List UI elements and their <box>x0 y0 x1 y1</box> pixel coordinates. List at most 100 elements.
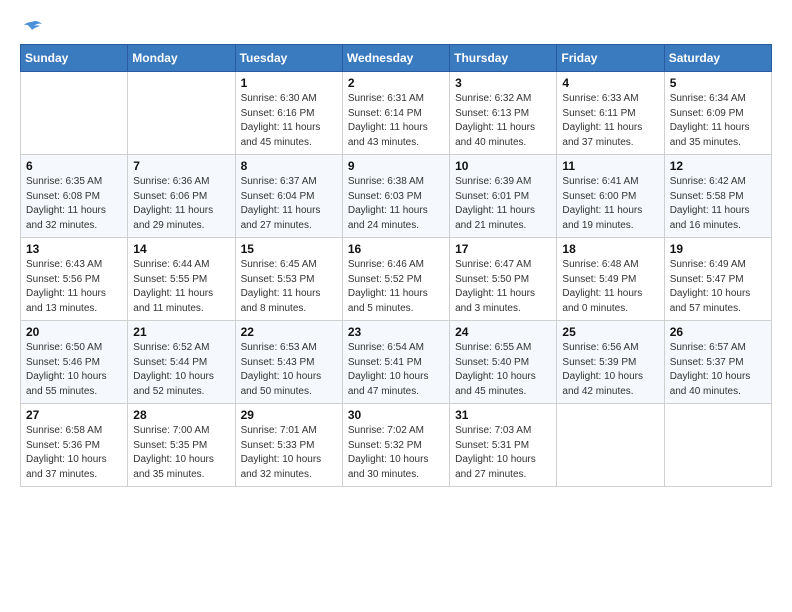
calendar-cell: 24 Sunrise: 6:55 AM Sunset: 5:40 PM Dayli… <box>450 321 557 404</box>
day-detail: Sunrise: 6:53 AM Sunset: 5:43 PM Dayligh… <box>241 341 337 399</box>
day-number: 17 <box>455 242 551 256</box>
day-detail: Sunrise: 6:35 AM Sunset: 6:08 PM Dayligh… <box>26 175 122 233</box>
calendar-cell: 9 Sunrise: 6:38 AM Sunset: 6:03 PM Daylig… <box>342 155 449 238</box>
calendar-week-row: 27 Sunrise: 6:58 AM Sunset: 5:36 PM Dayli… <box>21 404 772 487</box>
day-detail: Sunrise: 6:54 AM Sunset: 5:41 PM Dayligh… <box>348 341 444 399</box>
day-detail: Sunrise: 6:45 AM Sunset: 5:53 PM Dayligh… <box>241 258 337 316</box>
weekday-header-wednesday: Wednesday <box>342 45 449 72</box>
day-number: 24 <box>455 325 551 339</box>
logo-bird-icon <box>22 20 42 36</box>
day-detail: Sunrise: 6:42 AM Sunset: 5:58 PM Dayligh… <box>670 175 766 233</box>
day-number: 25 <box>562 325 658 339</box>
calendar-cell: 6 Sunrise: 6:35 AM Sunset: 6:08 PM Daylig… <box>21 155 128 238</box>
day-detail: Sunrise: 6:58 AM Sunset: 5:36 PM Dayligh… <box>26 424 122 482</box>
day-detail: Sunrise: 6:56 AM Sunset: 5:39 PM Dayligh… <box>562 341 658 399</box>
day-number: 9 <box>348 159 444 173</box>
day-number: 1 <box>241 76 337 90</box>
weekday-header-sunday: Sunday <box>21 45 128 72</box>
calendar-cell: 5 Sunrise: 6:34 AM Sunset: 6:09 PM Daylig… <box>664 72 771 155</box>
day-number: 12 <box>670 159 766 173</box>
weekday-header-friday: Friday <box>557 45 664 72</box>
day-number: 7 <box>133 159 229 173</box>
calendar-cell: 13 Sunrise: 6:43 AM Sunset: 5:56 PM Dayli… <box>21 238 128 321</box>
calendar-cell: 29Sunrise: 7:01 AM Sunset: 5:33 PM Dayli… <box>235 404 342 487</box>
calendar-week-row: 1 Sunrise: 6:30 AM Sunset: 6:16 PM Daylig… <box>21 72 772 155</box>
calendar-cell: 23Sunrise: 6:54 AM Sunset: 5:41 PM Dayli… <box>342 321 449 404</box>
calendar-cell: 3 Sunrise: 6:32 AM Sunset: 6:13 PM Daylig… <box>450 72 557 155</box>
calendar-cell: 19Sunrise: 6:49 AM Sunset: 5:47 PM Dayli… <box>664 238 771 321</box>
day-detail: Sunrise: 7:03 AM Sunset: 5:31 PM Dayligh… <box>455 424 551 482</box>
day-number: 20 <box>26 325 122 339</box>
calendar-cell: 21 Sunrise: 6:52 AM Sunset: 5:44 PM Dayli… <box>128 321 235 404</box>
day-detail: Sunrise: 6:39 AM Sunset: 6:01 PM Dayligh… <box>455 175 551 233</box>
page-header <box>20 20 772 34</box>
day-number: 4 <box>562 76 658 90</box>
calendar-table: SundayMondayTuesdayWednesdayThursdayFrid… <box>20 44 772 487</box>
calendar-cell: 31 Sunrise: 7:03 AM Sunset: 5:31 PM Dayli… <box>450 404 557 487</box>
day-number: 8 <box>241 159 337 173</box>
day-number: 13 <box>26 242 122 256</box>
calendar-cell: 4 Sunrise: 6:33 AM Sunset: 6:11 PM Daylig… <box>557 72 664 155</box>
calendar-cell: 25 Sunrise: 6:56 AM Sunset: 5:39 PM Dayli… <box>557 321 664 404</box>
logo <box>20 20 42 34</box>
calendar-cell: 11Sunrise: 6:41 AM Sunset: 6:00 PM Dayli… <box>557 155 664 238</box>
day-number: 5 <box>670 76 766 90</box>
day-detail: Sunrise: 7:00 AM Sunset: 5:35 PM Dayligh… <box>133 424 229 482</box>
day-detail: Sunrise: 6:38 AM Sunset: 6:03 PM Dayligh… <box>348 175 444 233</box>
day-detail: Sunrise: 6:36 AM Sunset: 6:06 PM Dayligh… <box>133 175 229 233</box>
day-detail: Sunrise: 6:34 AM Sunset: 6:09 PM Dayligh… <box>670 92 766 150</box>
calendar-cell: 14Sunrise: 6:44 AM Sunset: 5:55 PM Dayli… <box>128 238 235 321</box>
day-detail: Sunrise: 6:33 AM Sunset: 6:11 PM Dayligh… <box>562 92 658 150</box>
calendar-cell: 30 Sunrise: 7:02 AM Sunset: 5:32 PM Dayli… <box>342 404 449 487</box>
day-number: 15 <box>241 242 337 256</box>
day-number: 28 <box>133 408 229 422</box>
calendar-cell <box>664 404 771 487</box>
calendar-week-row: 20 Sunrise: 6:50 AM Sunset: 5:46 PM Dayli… <box>21 321 772 404</box>
day-detail: Sunrise: 6:55 AM Sunset: 5:40 PM Dayligh… <box>455 341 551 399</box>
day-number: 21 <box>133 325 229 339</box>
weekday-header-tuesday: Tuesday <box>235 45 342 72</box>
day-number: 6 <box>26 159 122 173</box>
day-detail: Sunrise: 7:02 AM Sunset: 5:32 PM Dayligh… <box>348 424 444 482</box>
day-detail: Sunrise: 6:32 AM Sunset: 6:13 PM Dayligh… <box>455 92 551 150</box>
day-number: 18 <box>562 242 658 256</box>
day-number: 3 <box>455 76 551 90</box>
day-number: 22 <box>241 325 337 339</box>
day-detail: Sunrise: 6:30 AM Sunset: 6:16 PM Dayligh… <box>241 92 337 150</box>
calendar-week-row: 13 Sunrise: 6:43 AM Sunset: 5:56 PM Dayli… <box>21 238 772 321</box>
day-number: 10 <box>455 159 551 173</box>
calendar-cell: 15 Sunrise: 6:45 AM Sunset: 5:53 PM Dayli… <box>235 238 342 321</box>
calendar-cell <box>21 72 128 155</box>
calendar-cell <box>128 72 235 155</box>
calendar-cell: 8 Sunrise: 6:37 AM Sunset: 6:04 PM Daylig… <box>235 155 342 238</box>
day-detail: Sunrise: 6:43 AM Sunset: 5:56 PM Dayligh… <box>26 258 122 316</box>
calendar-cell: 12 Sunrise: 6:42 AM Sunset: 5:58 PM Dayli… <box>664 155 771 238</box>
calendar-cell: 28 Sunrise: 7:00 AM Sunset: 5:35 PM Dayli… <box>128 404 235 487</box>
calendar-cell: 20 Sunrise: 6:50 AM Sunset: 5:46 PM Dayli… <box>21 321 128 404</box>
calendar-cell: 10 Sunrise: 6:39 AM Sunset: 6:01 PM Dayli… <box>450 155 557 238</box>
calendar-cell: 16Sunrise: 6:46 AM Sunset: 5:52 PM Dayli… <box>342 238 449 321</box>
calendar-cell: 27 Sunrise: 6:58 AM Sunset: 5:36 PM Dayli… <box>21 404 128 487</box>
day-number: 16 <box>348 242 444 256</box>
day-detail: Sunrise: 6:49 AM Sunset: 5:47 PM Dayligh… <box>670 258 766 316</box>
day-detail: Sunrise: 6:44 AM Sunset: 5:55 PM Dayligh… <box>133 258 229 316</box>
day-detail: Sunrise: 6:37 AM Sunset: 6:04 PM Dayligh… <box>241 175 337 233</box>
day-detail: Sunrise: 6:47 AM Sunset: 5:50 PM Dayligh… <box>455 258 551 316</box>
day-number: 30 <box>348 408 444 422</box>
day-number: 2 <box>348 76 444 90</box>
calendar-cell: 2Sunrise: 6:31 AM Sunset: 6:14 PM Daylig… <box>342 72 449 155</box>
day-detail: Sunrise: 6:57 AM Sunset: 5:37 PM Dayligh… <box>670 341 766 399</box>
day-number: 31 <box>455 408 551 422</box>
day-detail: Sunrise: 6:52 AM Sunset: 5:44 PM Dayligh… <box>133 341 229 399</box>
day-number: 11 <box>562 159 658 173</box>
calendar-cell: 7 Sunrise: 6:36 AM Sunset: 6:06 PM Daylig… <box>128 155 235 238</box>
day-detail: Sunrise: 6:50 AM Sunset: 5:46 PM Dayligh… <box>26 341 122 399</box>
calendar-header-row: SundayMondayTuesdayWednesdayThursdayFrid… <box>21 45 772 72</box>
day-number: 26 <box>670 325 766 339</box>
calendar-week-row: 6 Sunrise: 6:35 AM Sunset: 6:08 PM Daylig… <box>21 155 772 238</box>
day-number: 27 <box>26 408 122 422</box>
calendar-cell: 18Sunrise: 6:48 AM Sunset: 5:49 PM Dayli… <box>557 238 664 321</box>
calendar-cell: 22 Sunrise: 6:53 AM Sunset: 5:43 PM Dayli… <box>235 321 342 404</box>
weekday-header-thursday: Thursday <box>450 45 557 72</box>
calendar-cell: 17 Sunrise: 6:47 AM Sunset: 5:50 PM Dayli… <box>450 238 557 321</box>
